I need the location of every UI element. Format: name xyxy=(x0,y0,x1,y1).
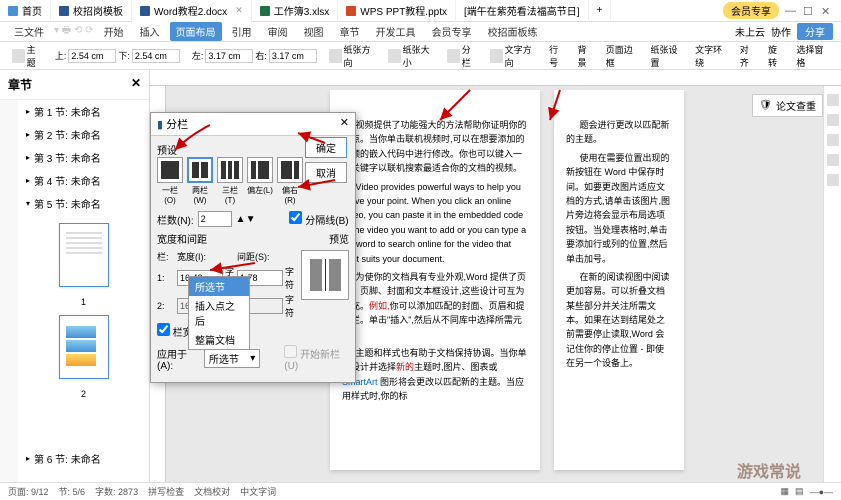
status-page[interactable]: 页面: 9/12 xyxy=(8,485,49,498)
preset-one[interactable] xyxy=(157,157,183,183)
ribbon-menu: 三文件 ▾ 🖶 ⟲ ⟳ 开始 插入 页面布局 引用 审阅 视图 章节 开发工具 … xyxy=(0,22,841,42)
page-thumbnail[interactable] xyxy=(59,315,109,379)
nav-tab-icons xyxy=(0,100,18,488)
text-dir-icon xyxy=(490,49,503,63)
margin-right-input[interactable] xyxy=(269,49,317,63)
view-icon[interactable]: ▦ xyxy=(781,486,790,497)
columns-preview xyxy=(301,250,349,300)
chapter-item[interactable]: 第 4 节: 未命名 xyxy=(18,169,149,192)
horizontal-ruler[interactable] xyxy=(150,70,841,86)
preset-two[interactable] xyxy=(187,157,213,183)
dropdown-option[interactable]: 整篇文档 xyxy=(189,330,249,349)
tool-icon[interactable] xyxy=(827,114,839,126)
cancel-button[interactable]: 取消 xyxy=(305,162,347,183)
zoom-slider[interactable]: —●— xyxy=(810,487,833,497)
page-1[interactable]: 视频提供了功能强大的方法帮助你证明你的观点。当你单击联机视频时,可以在想要添加的… xyxy=(330,90,540,470)
equal-width-checkbox[interactable] xyxy=(157,323,170,336)
excel-icon xyxy=(260,6,270,16)
doc-check-button[interactable]: 🛡 论文查重 xyxy=(752,94,823,117)
status-chinese[interactable]: 中文字词 xyxy=(240,485,276,498)
close-window-icon[interactable]: ✕ xyxy=(821,5,833,17)
cloud-status[interactable]: 未上云 xyxy=(735,24,765,39)
check-icon: 🛡 xyxy=(759,100,772,111)
tab-pptx[interactable]: WPS PPT教程.pptx xyxy=(338,0,456,22)
ppt-icon xyxy=(346,6,356,16)
preset-right[interactable] xyxy=(277,157,303,183)
tab-other[interactable]: [端午在紫苑看法福高节日] xyxy=(456,0,589,22)
chevron-down-icon: ▾ xyxy=(250,353,255,364)
dropdown-option[interactable]: 插入点之后 xyxy=(189,296,249,330)
margin-left-input[interactable] xyxy=(205,49,253,63)
ok-button[interactable]: 确定 xyxy=(305,137,347,158)
status-section[interactable]: 节: 5/6 xyxy=(59,485,86,498)
tool-icon[interactable] xyxy=(827,134,839,146)
page-2[interactable]: 题会进行更改以匹配新的主题。 使用在需要位置出现的新按钮在 Word 中保存时间… xyxy=(554,90,684,470)
dropdown-option[interactable]: 所选节 xyxy=(189,277,249,296)
tab-template[interactable]: 校招岗模板 xyxy=(51,0,132,22)
page-thumbnail[interactable] xyxy=(59,223,109,287)
maximize-icon[interactable]: ☐ xyxy=(803,5,815,17)
columns-count-input[interactable] xyxy=(198,211,232,227)
tab-add[interactable]: + xyxy=(589,0,612,22)
chapter-item[interactable]: 第 3 节: 未命名 xyxy=(18,146,149,169)
tab-current-doc[interactable]: Word教程2.docx✕ xyxy=(132,0,252,22)
menu-start[interactable]: 开始 xyxy=(98,22,130,41)
apply-to-dropdown[interactable]: 所选节▾ xyxy=(204,349,260,368)
sidebar-close-icon[interactable]: ✕ xyxy=(131,76,141,93)
dialog-close-icon[interactable]: ✕ xyxy=(340,116,349,132)
columns-dialog: ▮ 分栏 ✕ 预设 一栏(O)两栏(W)三栏(T)偏左(L)偏右(R) 确定 取… xyxy=(150,112,356,383)
chapter-item-active[interactable]: 第 5 节: 未命名 xyxy=(18,192,149,215)
menu-insert[interactable]: 插入 xyxy=(134,22,166,41)
title-tabs: 首页 校招岗模板 Word教程2.docx✕ 工作簿3.xlsx WPS PPT… xyxy=(0,0,841,22)
home-icon xyxy=(8,6,18,16)
orientation-icon xyxy=(329,49,342,63)
status-bar: 页面: 9/12 节: 5/6 字数: 2873 拼写检查 文档校对 中文字词 … xyxy=(0,482,841,500)
status-words[interactable]: 字数: 2873 xyxy=(95,485,138,498)
paper-size-icon xyxy=(388,49,401,63)
close-icon[interactable]: ✕ xyxy=(235,5,243,16)
theme-icon xyxy=(12,49,25,63)
menu-page-layout[interactable]: 页面布局 xyxy=(170,22,222,41)
watermark: 游戏常说 xyxy=(737,458,801,482)
chapter-sidebar: 章节 ✕ 第 1 节: 未命名 第 2 节: 未命名 第 3 节: 未命名 第 … xyxy=(0,70,150,488)
chapter-item[interactable]: 第 2 节: 未命名 xyxy=(18,123,149,146)
membership-badge[interactable]: 会员专享 xyxy=(723,2,779,19)
menu-chapter[interactable]: 章节 xyxy=(334,22,366,41)
preset-three[interactable] xyxy=(217,157,243,183)
menu-review[interactable]: 审阅 xyxy=(262,22,294,41)
tool-icon[interactable] xyxy=(827,174,839,186)
columns-icon xyxy=(447,49,460,63)
apply-to-options: 所选节 插入点之后 整篇文档 xyxy=(188,276,250,350)
tool-icon[interactable] xyxy=(827,154,839,166)
view-icon[interactable]: ▤ xyxy=(795,486,804,497)
minimize-icon[interactable]: — xyxy=(785,5,797,17)
preset-left[interactable] xyxy=(247,157,273,183)
layout-toolbar: 主题 上: 下: 左: 右: 纸张方向 纸张大小 分栏 文字方向 行号 背景 页… xyxy=(0,42,841,70)
menu-view[interactable]: 视图 xyxy=(298,22,330,41)
tab-xlsx[interactable]: 工作簿3.xlsx xyxy=(252,0,339,22)
menu-file[interactable]: 三文件 xyxy=(8,22,50,41)
chapter-item[interactable]: 第 6 节: 未命名 xyxy=(18,447,149,470)
margin-bottom-input[interactable] xyxy=(132,49,180,63)
tab-home[interactable]: 首页 xyxy=(0,0,51,22)
menu-dev[interactable]: 开发工具 xyxy=(370,22,422,41)
right-toolbar xyxy=(823,86,841,488)
chapter-item[interactable]: 第 1 节: 未命名 xyxy=(18,100,149,123)
line-between-checkbox[interactable] xyxy=(289,211,302,224)
word-icon xyxy=(140,6,150,16)
menu-member[interactable]: 会员专享 xyxy=(426,22,478,41)
margin-top-input[interactable] xyxy=(68,49,116,63)
tool-icon[interactable] xyxy=(827,94,839,106)
menu-reference[interactable]: 引用 xyxy=(226,22,258,41)
word-icon xyxy=(59,6,69,16)
share-button[interactable]: 分享 xyxy=(797,23,833,40)
synergy-button[interactable]: 协作 xyxy=(771,24,791,39)
status-spell[interactable]: 拼写检查 xyxy=(148,485,184,498)
status-proof[interactable]: 文档校对 xyxy=(194,485,230,498)
menu-recruit[interactable]: 校招面板练 xyxy=(482,22,544,41)
sidebar-title: 章节 xyxy=(8,76,32,93)
